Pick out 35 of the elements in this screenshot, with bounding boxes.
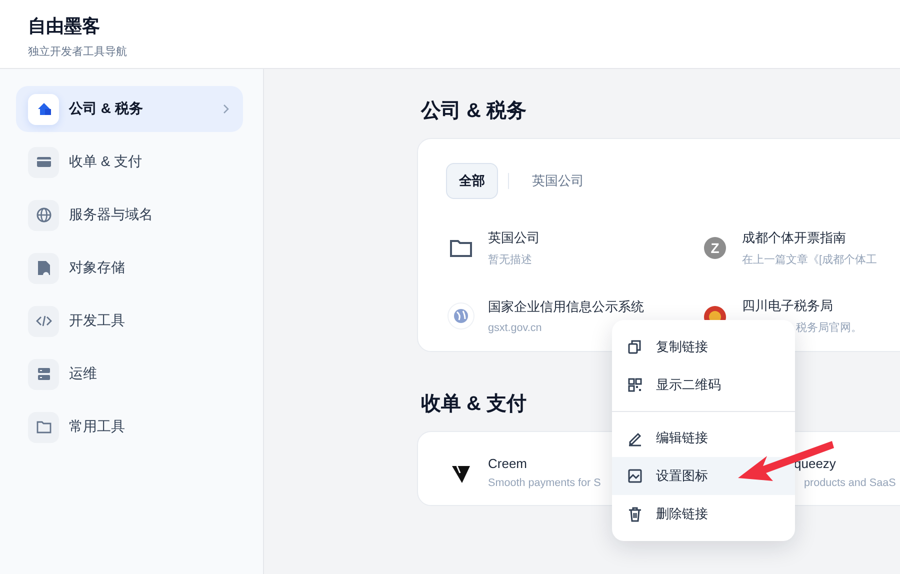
image-icon [626, 467, 644, 485]
link-description: gsxt.gov.cn [488, 322, 543, 334]
menu-item[interactable]: 显示二维码 [612, 366, 795, 404]
qr-code-icon [626, 376, 644, 394]
trash-icon [626, 505, 644, 523]
section-heading: 公司 & 税务 [421, 99, 528, 124]
link-title[interactable]: Creem [488, 456, 601, 471]
link-description: 税务局官网。 [795, 321, 862, 335]
sidebar-item[interactable]: 对象存储 [16, 245, 243, 291]
filter-tab[interactable]: 英国公司 [519, 163, 597, 199]
menu-item[interactable]: 编辑链接 [612, 419, 795, 457]
sidebar-item[interactable]: 收单 & 支付 [16, 139, 243, 185]
link-title[interactable]: 四川电子税务局 [742, 297, 862, 315]
link-description: Smooth payments for S [488, 477, 601, 489]
link-title[interactable]: 国家企业信用信息公示系统 [488, 298, 644, 316]
menu-item[interactable]: 删除链接 [612, 495, 795, 533]
link-title[interactable]: 英国公司 [488, 229, 540, 247]
sidebar-item[interactable]: 运维 [16, 351, 243, 397]
site-subtitle: 独立开发者工具导航 [28, 44, 128, 59]
sidebar-item[interactable]: 常用工具 [16, 404, 243, 450]
menu-item[interactable]: 复制链接 [612, 328, 795, 366]
chevron-right-icon [221, 104, 231, 114]
link-description: 在上一篇文章《[成都个体工 [742, 253, 877, 267]
site-title: 自由墨客 [28, 15, 101, 38]
sidebar-item[interactable]: 开发工具 [16, 298, 243, 344]
filter-tab[interactable]: 全部 [446, 163, 498, 199]
sidebar-item[interactable]: 公司 & 税务 [16, 86, 243, 132]
link-description: 暂无描述 [488, 253, 533, 267]
link-title[interactable]: 成都个体开票指南 [742, 229, 877, 247]
link-description: products and SaaS [803, 477, 896, 489]
letter-avatar: Z [704, 237, 726, 259]
copy-icon [626, 338, 644, 356]
menu-item[interactable]: 设置图标 [612, 457, 795, 495]
section-heading: 收单 & 支付 [421, 392, 528, 417]
sidebar-item[interactable]: 服务器与域名 [16, 192, 243, 238]
